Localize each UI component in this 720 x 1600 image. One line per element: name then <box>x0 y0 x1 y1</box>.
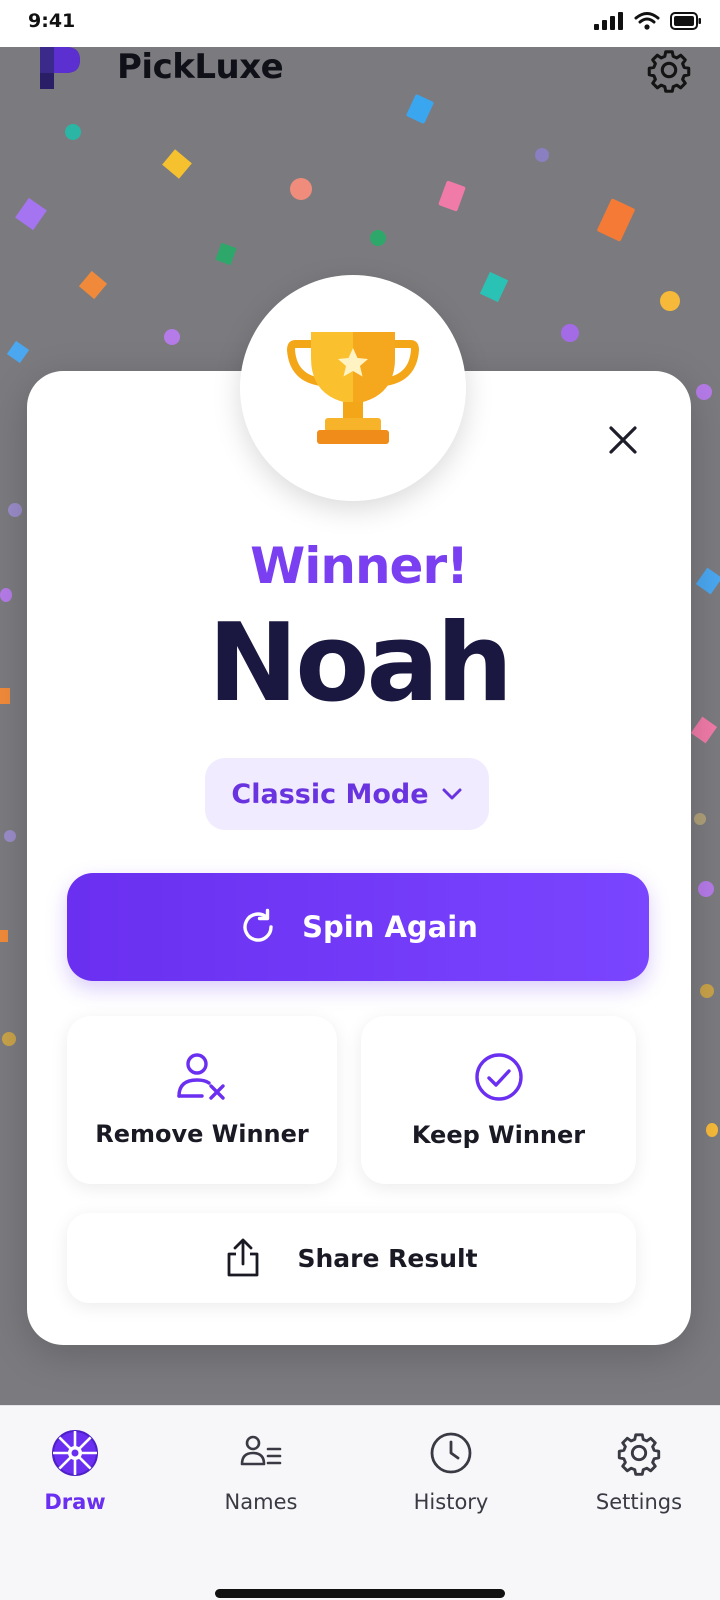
confetti-piece <box>700 984 714 998</box>
nav-item-settings[interactable]: Settings <box>574 1430 704 1514</box>
remove-winner-button[interactable]: Remove Winner <box>67 1016 337 1184</box>
battery-icon <box>670 12 701 30</box>
share-icon <box>228 1238 259 1277</box>
confetti-piece <box>15 197 47 231</box>
nav-label-settings: Settings <box>595 1490 683 1514</box>
app-root: 9:41 PickLuxe Winner! Noah Classic Mode … <box>0 0 720 1600</box>
chevron-down-icon <box>442 788 462 800</box>
background-overlay: PickLuxe Winner! Noah Classic Mode Spin … <box>0 47 720 1405</box>
names-list-icon <box>240 1435 282 1466</box>
refresh-icon <box>243 908 273 942</box>
confetti-piece <box>695 567 720 595</box>
close-button[interactable] <box>601 418 645 462</box>
winner-label: Winner! <box>250 537 469 595</box>
confetti-piece <box>0 588 12 602</box>
confetti-piece <box>0 930 8 942</box>
nav-label-draw: Draw <box>44 1490 106 1514</box>
spin-again-label: Spin Again <box>302 910 478 944</box>
nav-item-draw[interactable]: Draw <box>10 1430 140 1514</box>
confetti-piece <box>164 329 180 345</box>
confetti-piece <box>690 716 718 744</box>
app-title: PickLuxe <box>117 47 284 87</box>
confetti-piece <box>370 230 386 246</box>
keep-winner-label: Keep Winner <box>411 1121 586 1149</box>
confetti-piece <box>162 149 192 179</box>
gear-icon[interactable] <box>646 47 692 93</box>
confetti-piece <box>2 1032 16 1046</box>
winner-modal: Winner! Noah Classic Mode Spin Again Rem… <box>27 371 691 1345</box>
status-icons <box>594 11 702 31</box>
spin-again-button[interactable]: Spin Again <box>67 873 649 981</box>
wifi-icon <box>634 12 660 30</box>
mode-selector[interactable]: Classic Mode <box>205 758 489 830</box>
confetti-piece <box>706 1123 718 1137</box>
confetti-piece <box>8 503 22 517</box>
confetti-piece <box>561 324 579 342</box>
confetti-piece <box>696 384 712 400</box>
check-circle-icon <box>474 1053 523 1101</box>
confetti-piece <box>4 830 16 842</box>
pickluxe-logo <box>40 47 80 89</box>
status-bar: 9:41 <box>0 0 720 47</box>
confetti-piece <box>78 270 108 300</box>
nav-item-names[interactable]: Names <box>196 1430 326 1514</box>
app-header: PickLuxe <box>0 47 720 97</box>
confetti-piece <box>6 340 30 364</box>
confetti-piece <box>0 688 10 704</box>
confetti-piece <box>479 271 509 303</box>
trophy-icon <box>287 332 419 444</box>
nav-label-history: History <box>413 1490 489 1514</box>
remove-user-icon <box>177 1053 225 1100</box>
confetti-piece <box>596 198 636 242</box>
close-icon <box>609 426 637 454</box>
bottom-nav: Draw Names History Settings <box>0 1405 720 1600</box>
nav-label-names: Names <box>224 1490 298 1514</box>
signal-icon <box>594 12 623 30</box>
confetti-piece <box>698 881 714 897</box>
mode-label: Classic Mode <box>231 778 429 810</box>
home-indicator[interactable] <box>215 1589 505 1598</box>
clock-icon <box>430 1432 472 1474</box>
confetti-piece <box>405 93 435 125</box>
confetti-piece <box>215 242 237 266</box>
share-result-label: Share Result <box>297 1243 478 1273</box>
confetti-piece <box>535 148 549 162</box>
confetti-piece <box>290 178 312 200</box>
confetti-piece <box>65 124 81 140</box>
confetti-piece <box>438 180 466 212</box>
keep-winner-button[interactable]: Keep Winner <box>361 1016 636 1184</box>
nav-item-history[interactable]: History <box>386 1430 516 1514</box>
winner-name: Noah <box>207 601 513 726</box>
confetti-piece <box>660 291 680 311</box>
status-time: 9:41 <box>28 10 76 32</box>
remove-winner-label: Remove Winner <box>95 1120 309 1148</box>
share-result-button[interactable]: Share Result <box>67 1213 636 1303</box>
confetti-piece <box>694 813 706 825</box>
trophy-badge <box>240 275 466 501</box>
wheel-icon <box>52 1430 98 1476</box>
gear-icon <box>617 1433 661 1476</box>
